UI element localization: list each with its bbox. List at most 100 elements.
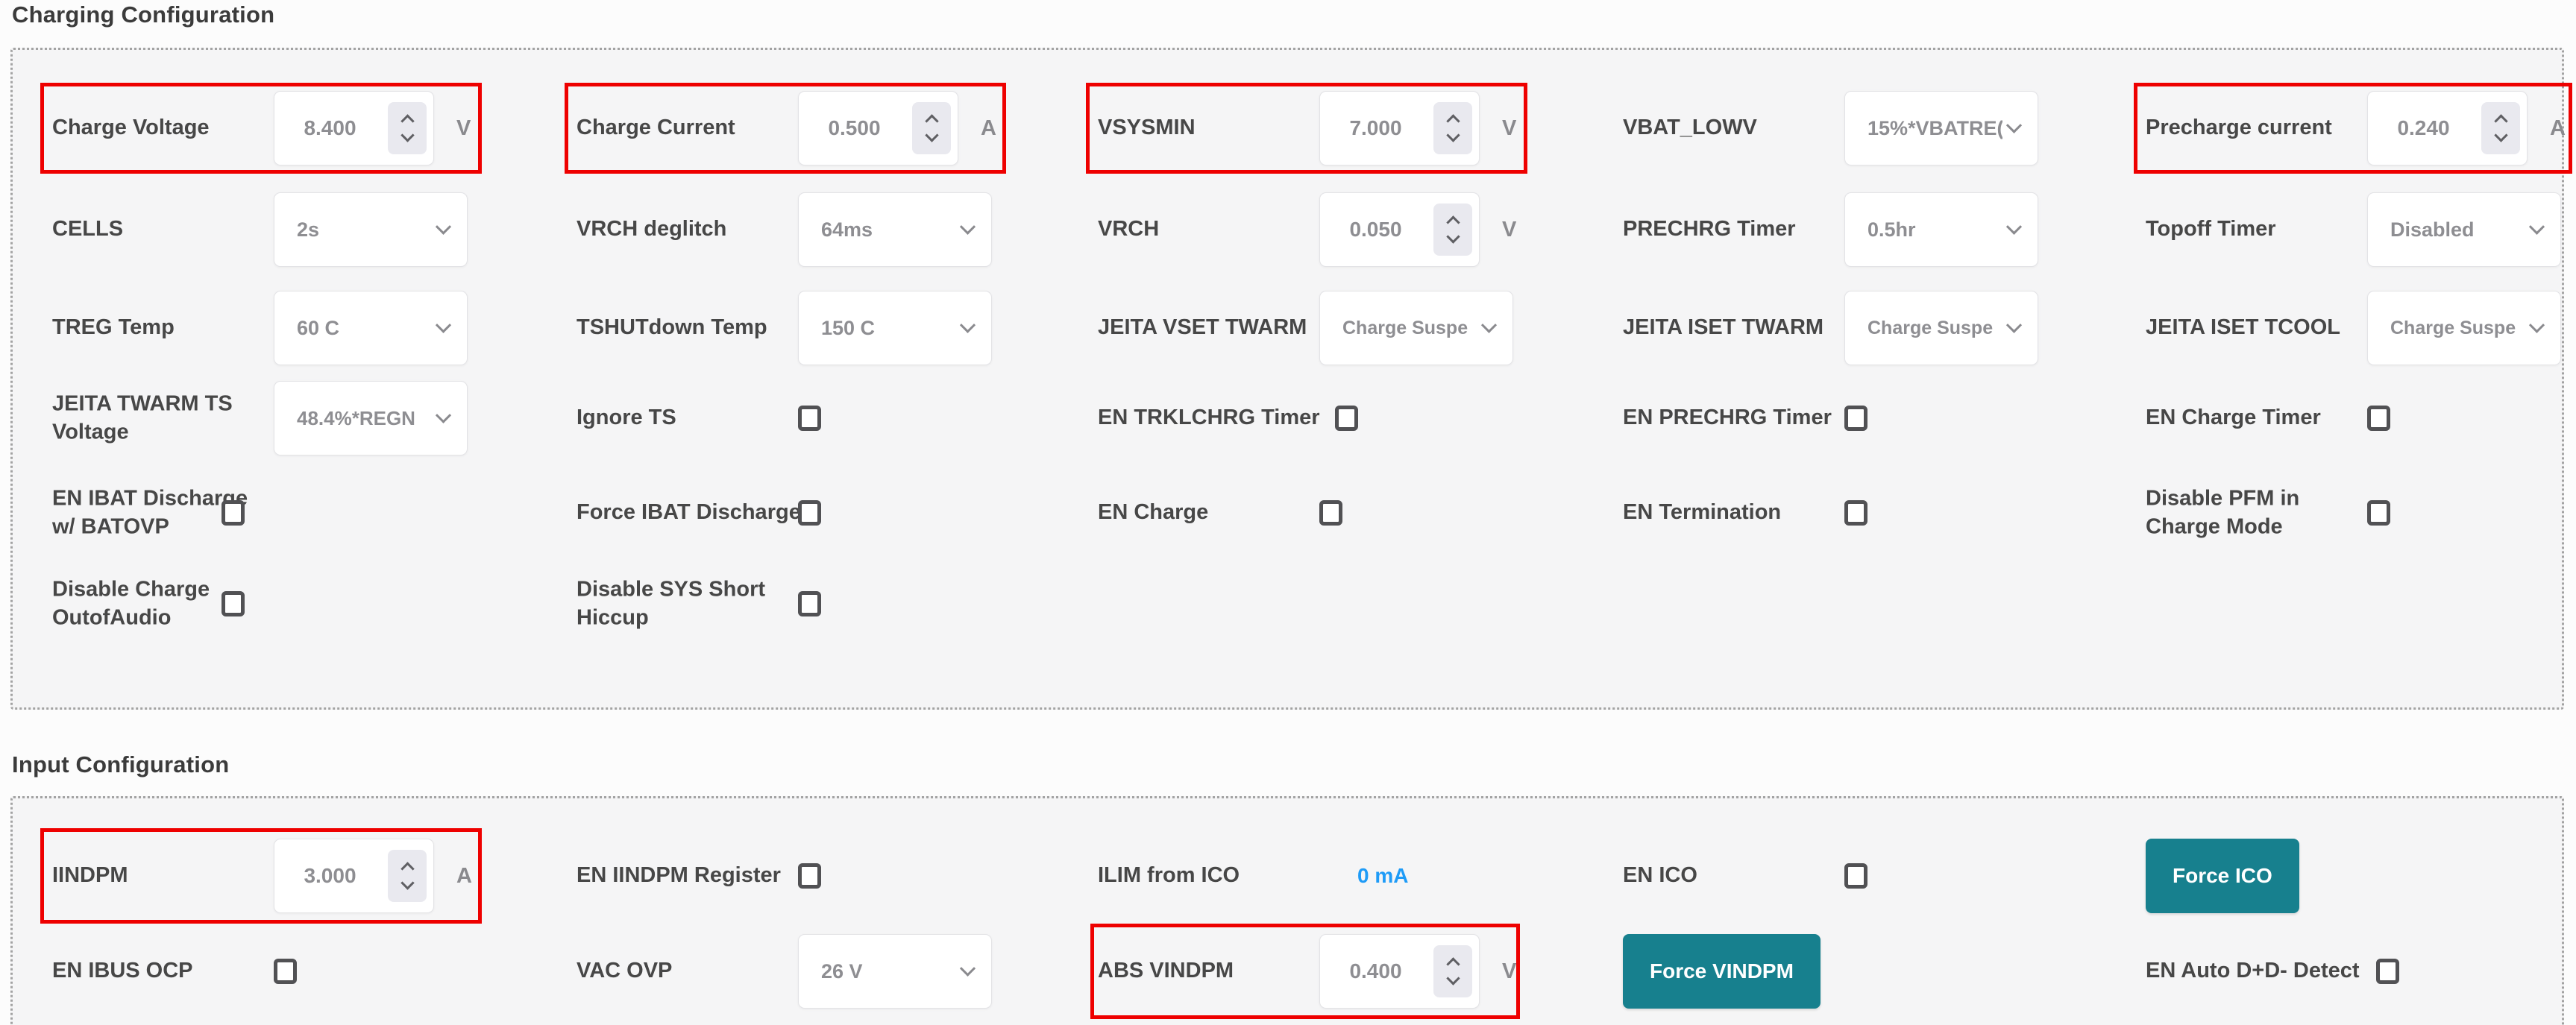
abs-vindpm-label: ABS VINDPM <box>1098 957 1234 985</box>
force-vindpm-button[interactable]: Force VINDPM <box>1623 934 1821 1009</box>
topoff-timer-select[interactable]: Disabled <box>2367 192 2561 267</box>
prechrg-timer-select[interactable]: 0.5hr <box>1844 192 2038 267</box>
en-iindpm-register-label: EN IINDPM Register <box>577 862 781 890</box>
en-trklchrg-timer-checkbox[interactable] <box>1335 406 1358 431</box>
precharge-current-label: Precharge current <box>2146 114 2332 142</box>
chevron-up-icon <box>1446 114 1460 127</box>
charger-config-page: Charging Configuration Input Configurati… <box>0 0 2576 1025</box>
jeita-vset-twarm-select[interactable]: Charge Suspe <box>1319 291 1513 365</box>
charge-voltage-value: 8.400 <box>274 116 386 140</box>
en-trklchrg-timer-label: EN TRKLCHRG Timer <box>1098 404 1320 432</box>
vrch-value: 0.050 <box>1320 218 1431 242</box>
disable-pfm-checkbox[interactable] <box>2367 500 2390 526</box>
chevron-down-icon <box>2006 218 2022 234</box>
en-termination-checkbox[interactable] <box>1844 500 1867 526</box>
jeita-twarm-ts-voltage-select[interactable]: 48.4%*REGN <box>274 381 468 455</box>
en-ibus-ocp-checkbox[interactable] <box>274 959 297 984</box>
chevron-down-icon <box>436 317 451 332</box>
disable-charge-outofaudio-checkbox[interactable] <box>222 591 245 616</box>
treg-temp-select[interactable]: 60 C <box>274 291 468 365</box>
vrch-deglitch-value: 64ms <box>821 218 873 242</box>
chevron-down-icon <box>1446 128 1460 142</box>
en-ibus-ocp-label: EN IBUS OCP <box>52 957 193 985</box>
vsysmin-stepper[interactable] <box>1433 102 1472 154</box>
tshutdown-temp-select[interactable]: 150 C <box>798 291 992 365</box>
vsysmin-unit: V <box>1502 116 1516 141</box>
jeita-iset-tcool-select[interactable]: Charge Suspe <box>2367 291 2561 365</box>
cells-value: 2s <box>297 218 319 242</box>
prechrg-timer-label: PRECHRG Timer <box>1623 215 1796 244</box>
chevron-down-icon <box>2494 128 2507 142</box>
en-ibat-discharge-checkbox[interactable] <box>222 500 245 526</box>
charge-current-value: 0.500 <box>799 116 910 140</box>
iindpm-stepper[interactable] <box>388 850 427 902</box>
en-charge-timer-label: EN Charge Timer <box>2146 404 2321 432</box>
chevron-down-icon <box>1446 230 1460 243</box>
cells-label: CELLS <box>52 215 123 244</box>
treg-temp-value: 60 C <box>297 317 339 340</box>
precharge-current-value: 0.240 <box>2368 116 2479 140</box>
chevron-up-icon <box>2494 114 2507 127</box>
disable-sys-short-hiccup-label: Disable SYS Short Hiccup <box>577 575 765 631</box>
en-ico-label: EN ICO <box>1623 862 1697 890</box>
charge-voltage-stepper[interactable] <box>388 102 427 154</box>
en-prechrg-timer-checkbox[interactable] <box>1844 406 1867 431</box>
iindpm-input[interactable]: 3.000 <box>274 839 434 913</box>
vrch-deglitch-select[interactable]: 64ms <box>798 192 992 267</box>
force-ibat-discharge-checkbox[interactable] <box>798 500 821 526</box>
jeita-twarm-ts-voltage-value: 48.4%*REGN <box>297 407 415 430</box>
precharge-current-unit: A <box>2550 116 2566 141</box>
vrch-stepper[interactable] <box>1433 204 1472 256</box>
abs-vindpm-input[interactable]: 0.400 <box>1319 934 1480 1009</box>
chevron-up-icon <box>925 114 938 127</box>
vac-ovp-label: VAC OVP <box>577 957 672 985</box>
charge-voltage-unit: V <box>456 116 471 141</box>
charge-current-unit: A <box>981 116 996 141</box>
abs-vindpm-unit: V <box>1502 959 1516 984</box>
jeita-iset-twarm-value: Charge Suspe <box>1867 318 1993 339</box>
iindpm-unit: A <box>456 864 472 889</box>
precharge-current-stepper[interactable] <box>2481 102 2520 154</box>
precharge-current-input[interactable]: 0.240 <box>2367 91 2528 165</box>
cells-select[interactable]: 2s <box>274 192 468 267</box>
tshutdown-temp-label: TSHUTdown Temp <box>577 314 767 342</box>
vac-ovp-select[interactable]: 26 V <box>798 934 992 1009</box>
chevron-down-icon <box>436 407 451 423</box>
vrch-unit: V <box>1502 218 1516 242</box>
vsysmin-input[interactable]: 7.000 <box>1319 91 1480 165</box>
vbat-lowv-select[interactable]: 15%*VBATRE( <box>1844 91 2038 165</box>
charge-voltage-input[interactable]: 8.400 <box>274 91 434 165</box>
vrch-deglitch-label: VRCH deglitch <box>577 215 726 244</box>
en-termination-label: EN Termination <box>1623 499 1781 527</box>
disable-pfm-label: Disable PFM in Charge Mode <box>2146 485 2299 540</box>
chevron-down-icon <box>2529 317 2545 332</box>
abs-vindpm-value: 0.400 <box>1320 959 1431 983</box>
ignore-ts-checkbox[interactable] <box>798 406 821 431</box>
jeita-iset-twarm-select[interactable]: Charge Suspe <box>1844 291 2038 365</box>
input-section-title: Input Configuration <box>12 751 229 778</box>
topoff-timer-value: Disabled <box>2390 218 2475 242</box>
vbat-lowv-value: 15%*VBATRE( <box>1867 117 2002 140</box>
en-iindpm-register-checkbox[interactable] <box>798 863 821 889</box>
force-ibat-discharge-label: Force IBAT Discharge <box>577 499 801 527</box>
chevron-down-icon <box>1481 317 1497 332</box>
disable-sys-short-hiccup-checkbox[interactable] <box>798 591 821 616</box>
abs-vindpm-stepper[interactable] <box>1433 945 1472 997</box>
vsysmin-value: 7.000 <box>1320 116 1431 140</box>
chevron-up-icon <box>1446 957 1460 971</box>
en-auto-dpdm-detect-checkbox[interactable] <box>2376 959 2399 984</box>
en-charge-timer-checkbox[interactable] <box>2367 406 2390 431</box>
chevron-up-icon <box>400 114 414 127</box>
jeita-vset-twarm-value: Charge Suspe <box>1342 318 1468 339</box>
en-ibat-discharge-label: EN IBAT Discharge w/ BATOVP <box>52 485 248 540</box>
charge-current-label: Charge Current <box>577 114 735 142</box>
en-charge-checkbox[interactable] <box>1319 500 1342 526</box>
charge-current-stepper[interactable] <box>912 102 951 154</box>
vrch-input[interactable]: 0.050 <box>1319 192 1480 267</box>
ilim-from-ico-label: ILIM from ICO <box>1098 862 1240 890</box>
chevron-up-icon <box>1446 215 1460 229</box>
en-ico-checkbox[interactable] <box>1844 863 1867 889</box>
ignore-ts-label: Ignore TS <box>577 404 676 432</box>
force-ico-button[interactable]: Force ICO <box>2146 839 2299 913</box>
charge-current-input[interactable]: 0.500 <box>798 91 958 165</box>
